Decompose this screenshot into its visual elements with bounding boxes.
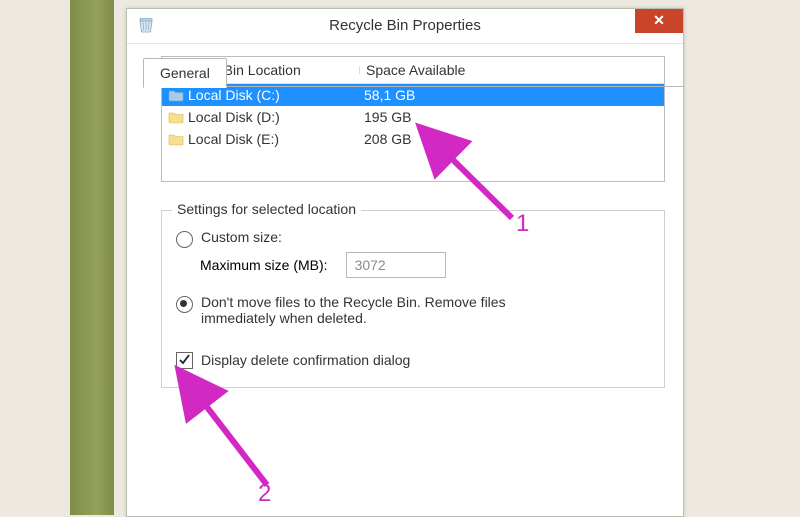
tab-panel-general: Recycle Bin Location Space Available Loc… <box>143 38 683 516</box>
drive-list-header: Recycle Bin Location Space Available <box>162 57 664 84</box>
drive-space: 208 GB <box>358 131 664 147</box>
checkbox-confirm-dialog[interactable] <box>176 352 193 369</box>
tab-general[interactable]: General <box>143 58 227 88</box>
drive-row-e[interactable]: Local Disk (E:) 208 GB <box>162 128 664 150</box>
column-header-space[interactable]: Space Available <box>360 62 664 78</box>
annotation-number-1: 1 <box>516 210 529 238</box>
annotation-number-2: 2 <box>258 480 271 508</box>
max-size-label: Maximum size (MB): <box>200 257 328 273</box>
drive-row-c[interactable]: Local Disk (C:) 58,1 GB <box>162 84 664 106</box>
custom-size-subrow: Maximum size (MB): 3072 <box>200 252 650 278</box>
radio-dont-move[interactable] <box>176 296 193 313</box>
drive-name: Local Disk (E:) <box>188 131 279 147</box>
drive-name: Local Disk (C:) <box>188 87 280 103</box>
close-button[interactable]: ✕ <box>635 9 683 33</box>
folder-icon <box>168 110 184 124</box>
drive-row-d[interactable]: Local Disk (D:) 195 GB <box>162 106 664 128</box>
folder-icon <box>168 132 184 146</box>
close-icon: ✕ <box>653 12 665 28</box>
dont-move-label: Don't move files to the Recycle Bin. Rem… <box>201 294 581 326</box>
option-custom-size[interactable]: Custom size: <box>176 229 650 248</box>
settings-group-title: Settings for selected location <box>172 201 361 217</box>
option-dont-move[interactable]: Don't move files to the Recycle Bin. Rem… <box>176 294 650 326</box>
desktop-strip <box>70 0 114 515</box>
dialog-window: Recycle Bin Properties ✕ General Recycle… <box>126 8 684 517</box>
drive-name: Local Disk (D:) <box>188 109 280 125</box>
settings-group: Settings for selected location Custom si… <box>161 210 665 388</box>
radio-custom-size[interactable] <box>176 231 193 248</box>
folder-icon <box>168 88 184 102</box>
page-background: Recycle Bin Properties ✕ General Recycle… <box>0 0 800 515</box>
drive-list[interactable]: Recycle Bin Location Space Available Loc… <box>161 56 665 182</box>
confirm-dialog-label: Display delete confirmation dialog <box>201 352 410 368</box>
drive-space: 58,1 GB <box>358 87 664 103</box>
max-size-input[interactable]: 3072 <box>346 252 446 278</box>
tab-general-label: General <box>160 65 210 81</box>
drive-space: 195 GB <box>358 109 664 125</box>
option-confirm-dialog[interactable]: Display delete confirmation dialog <box>176 350 650 369</box>
custom-size-label: Custom size: <box>201 229 282 245</box>
